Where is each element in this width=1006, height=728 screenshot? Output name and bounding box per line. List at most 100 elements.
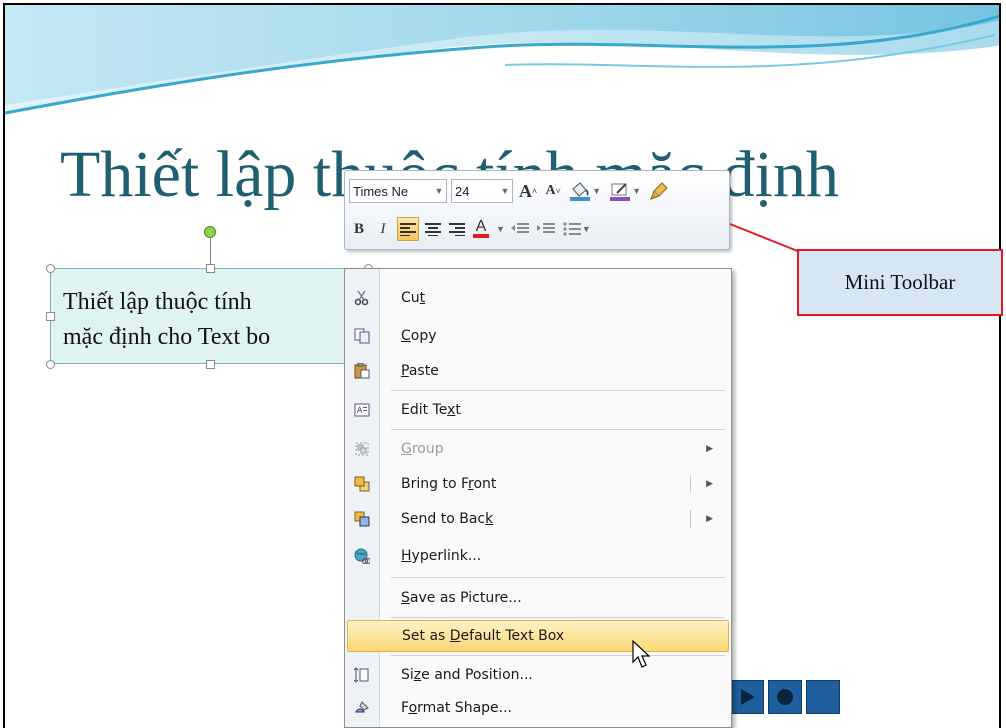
resize-handle-top[interactable] [206,264,215,273]
access-key: D [449,628,461,644]
split-divider [690,510,691,528]
shrink-font-label: A [545,183,556,198]
menu-separator [391,617,725,618]
menu-item-paste-label: Paste [401,363,439,379]
nav-end-button[interactable] [806,680,840,714]
chevron-down-icon[interactable]: ▼ [496,224,505,234]
menu-separator [391,429,725,430]
resize-handle-top-left[interactable] [46,264,55,273]
resize-handle-bottom-left[interactable] [46,360,55,369]
font-color-button[interactable]: A [471,217,491,241]
align-right-icon [449,223,465,236]
align-left-icon [400,223,416,236]
menu-item-save-as-picture-label: Save as Picture... [401,590,522,606]
italic-button[interactable]: I [373,217,393,241]
selected-text-box[interactable]: Thiết lập thuộc tính mặc định cho Text b… [50,268,368,364]
font-size-combo[interactable]: 24 ▼ [451,179,513,203]
access-key: P [401,363,409,379]
textbox-line-2: mặc định cho Text bo [63,324,271,350]
font-color-swatch [473,234,489,238]
menu-item-bring-to-front[interactable]: Bring to Front ▶ [347,468,729,500]
font-name-combo[interactable]: Times Ne ▼ [349,179,447,203]
context-menu: Cut Copy Paste A Edit Text Group ▶ Bring… [344,268,732,728]
font-size-value: 24 [455,183,470,199]
align-center-button[interactable] [423,217,443,241]
nav-info-button[interactable] [768,680,802,714]
label-part: Set as [402,628,450,644]
menu-item-copy-label: Copy [401,328,437,344]
chevron-down-icon: ▼ [581,224,591,234]
format-painter-button[interactable] [647,179,671,203]
submenu-arrow-icon[interactable]: ▶ [706,479,713,489]
italic-label: I [380,220,386,237]
menu-separator [391,655,725,656]
menu-item-edit-text[interactable]: A Edit Text [347,394,729,426]
bold-label: B [353,220,364,237]
decrease-indent-button[interactable] [509,217,531,241]
label-part: F [401,700,409,716]
grow-font-button[interactable]: A ˄ [517,179,539,203]
mouse-cursor-icon [632,640,651,668]
font-name-value: Times Ne [353,183,409,199]
menu-item-cut[interactable]: Cut [347,282,729,314]
menu-item-send-to-back[interactable]: Send to Back ▶ [347,503,729,535]
split-divider [690,475,691,493]
nav-next-button[interactable] [730,680,764,714]
access-key: S [401,590,410,606]
svg-text:A: A [357,406,363,415]
decrease-indent-icon [510,223,529,233]
label-part: Send to Bac [401,511,486,527]
bring-front-icon [354,476,370,492]
menu-item-copy[interactable]: Copy [347,320,729,352]
header-wave-decoration [5,5,999,115]
menu-item-size-and-position[interactable]: Size and Position... [347,659,729,691]
submenu-arrow-icon: ▶ [706,444,713,454]
menu-item-format-shape-label: Format Shape... [401,700,512,716]
grow-font-caret-icon: ˄ [532,186,538,196]
scissors-icon [354,290,369,306]
bold-button[interactable]: B [349,217,369,241]
edit-text-icon: A [354,403,370,417]
textbox-line-1: Thiết lập thuộc tính [63,289,252,315]
fill-color-button[interactable]: ▼ [567,179,603,203]
callout-box: Mini Toolbar [797,249,1003,316]
menu-item-set-as-default-text-box[interactable]: Set as Default Text Box [347,620,729,652]
menu-item-hyperlink[interactable]: Hyperlink... [347,540,729,572]
align-right-button[interactable] [447,217,467,241]
resize-handle-bottom[interactable] [206,360,215,369]
increase-indent-icon [536,223,555,233]
resize-handle-left[interactable] [46,312,55,321]
submenu-arrow-icon[interactable]: ▶ [706,514,713,524]
access-key: o [408,700,418,716]
format-shape-icon [355,701,369,713]
menu-item-cut-label: Cut [401,290,425,306]
line-color-button[interactable]: ▼ [607,179,643,203]
label-part: opy [410,328,437,344]
menu-item-group[interactable]: Group ▶ [347,433,729,465]
menu-item-send-to-back-label: Send to Back [401,511,493,527]
menu-separator [391,577,725,578]
menu-separator [391,390,725,391]
bullets-button[interactable]: ▼ [561,217,593,241]
align-left-button[interactable] [397,217,419,241]
shrink-font-button[interactable]: A ˅ [543,179,563,203]
menu-item-save-as-picture[interactable]: Save as Picture... [347,582,729,614]
hyperlink-icon [354,548,370,564]
menu-item-paste[interactable]: Paste [347,355,729,387]
increase-indent-button[interactable] [535,217,557,241]
label-part: t [455,402,461,418]
chevron-down-icon: ▼ [434,186,444,196]
chevron-down-icon: ▼ [592,186,602,196]
menu-item-group-label: Group [401,441,444,457]
rotate-handle[interactable] [204,226,216,238]
paint-bucket-icon [570,182,591,201]
label-part: Edit Te [401,402,448,418]
bullets-icon [563,222,581,236]
shrink-font-caret-icon: ˅ [555,186,561,196]
callout-label: Mini Toolbar [844,270,956,294]
rotate-handle-stem [210,238,211,267]
menu-item-edit-text-label: Edit Text [401,402,461,418]
play-icon [741,689,755,705]
label-part: e and Position... [421,667,533,683]
menu-item-format-shape[interactable]: Format Shape... [347,692,729,724]
